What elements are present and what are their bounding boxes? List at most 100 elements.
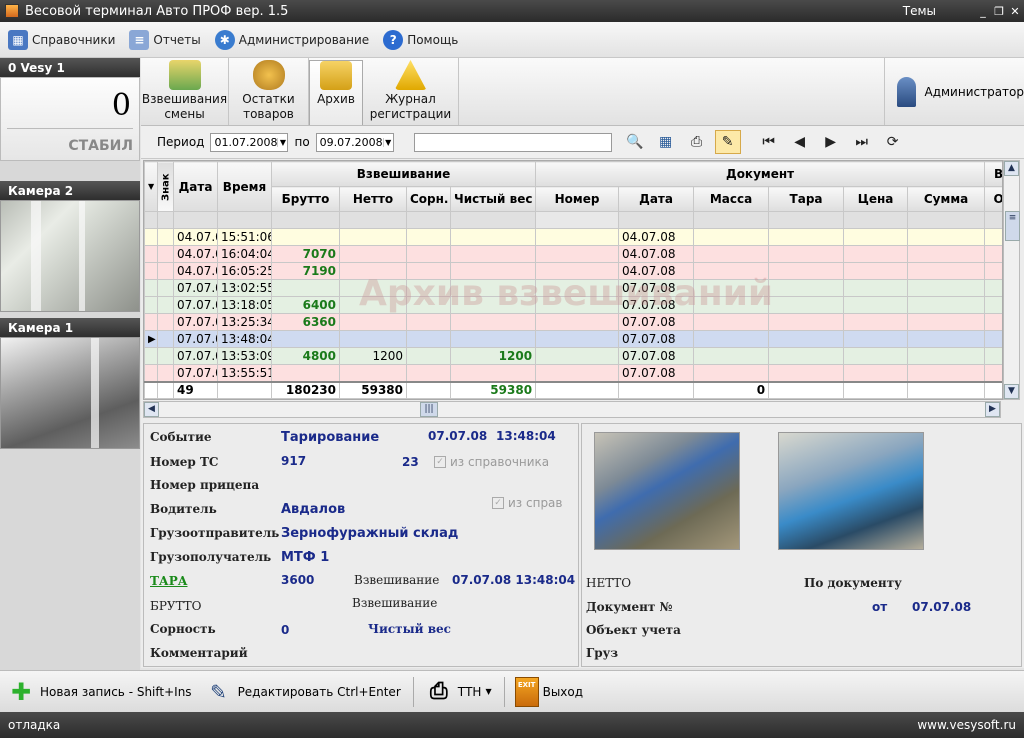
cell-doc-sum[interactable]	[907, 296, 986, 314]
cell-extra[interactable]	[984, 296, 1002, 314]
cell-doc-tara[interactable]	[768, 279, 845, 297]
cell-doc-mass[interactable]	[693, 330, 770, 348]
scroll-down-icon[interactable]: ▼	[1004, 384, 1019, 399]
cell-doc-tara[interactable]	[768, 228, 845, 246]
menu-admin[interactable]: ✱ Администрирование	[214, 29, 369, 50]
cell-doc-price[interactable]	[843, 262, 909, 280]
col-doc-sum[interactable]: Сумма	[907, 186, 986, 212]
cell-sign[interactable]	[157, 330, 174, 348]
cell-brutto[interactable]: 4800	[271, 347, 340, 365]
cell-clean[interactable]	[449, 279, 537, 297]
cell-doc-sum[interactable]	[907, 279, 986, 297]
exit-button[interactable]: EXIT Выход	[514, 676, 583, 707]
cell-extra[interactable]	[984, 330, 1002, 348]
cell-date[interactable]: 07.07.0	[173, 279, 218, 297]
cell-date[interactable]: 07.07.0	[173, 296, 218, 314]
cell-sign[interactable]	[157, 279, 174, 297]
cell-sorn[interactable]	[406, 313, 451, 331]
cell-clean[interactable]	[449, 364, 537, 382]
themes-menu[interactable]: Темы	[903, 4, 936, 18]
cell-netto[interactable]	[339, 228, 407, 246]
cell-sign[interactable]	[157, 228, 174, 246]
dropdown-arrow-icon[interactable]: ▼	[277, 137, 287, 147]
cell-doc-mass[interactable]	[693, 364, 770, 382]
cell-doc-date[interactable]: 07.07.08	[618, 364, 695, 382]
cell-date[interactable]: 04.07.0	[173, 262, 218, 280]
cell-date[interactable]: 07.07.0	[173, 364, 218, 382]
cell-doc-tara[interactable]	[768, 262, 845, 280]
cell-doc-sum[interactable]	[907, 347, 986, 365]
cell-sign[interactable]	[157, 296, 174, 314]
edit-record-button[interactable]: ✎ Редактировать Ctrl+Enter	[204, 677, 401, 707]
cell-doc-mass[interactable]	[693, 347, 770, 365]
scroll-up-icon[interactable]: ▲	[1004, 161, 1019, 176]
cell-doc-price[interactable]	[843, 296, 909, 314]
search-input[interactable]	[413, 132, 612, 152]
cell-doc-sum[interactable]	[907, 228, 986, 246]
cell-doc-number[interactable]	[535, 313, 620, 331]
scroll-thumb[interactable]: ≡	[1005, 211, 1020, 241]
cell-brutto[interactable]: 6360	[271, 313, 340, 331]
table-row[interactable]: 07.07.013:53:0948001200120007.07.08	[144, 347, 1002, 365]
cell-doc-mass[interactable]	[693, 296, 770, 314]
cell-clean[interactable]	[449, 245, 537, 263]
cell-doc-sum[interactable]	[907, 313, 986, 331]
cell-doc-number[interactable]	[535, 330, 620, 348]
menu-reports[interactable]: ≡ Отчеты	[129, 29, 201, 50]
cell-time[interactable]: 13:25:34	[217, 313, 272, 331]
cell-netto[interactable]	[339, 313, 407, 331]
cell-time[interactable]: 15:51:06	[217, 228, 272, 246]
cell-brutto[interactable]: 7070	[271, 245, 340, 263]
cell-doc-number[interactable]	[535, 279, 620, 297]
snapshot-photo-1[interactable]	[594, 432, 740, 550]
table-row[interactable]: 07.07.013:18:056400 07.07.08	[144, 296, 1002, 314]
row-indicator[interactable]	[144, 364, 158, 382]
stock-button[interactable]: Остатки товаров	[229, 58, 309, 125]
col-doc-mass[interactable]: Масса	[693, 186, 770, 212]
col-sign[interactable]: Знак	[157, 161, 174, 212]
user-panel[interactable]: Администратор	[884, 58, 1024, 125]
cell-extra[interactable]	[984, 262, 1002, 280]
col-doc-date[interactable]: Дата	[618, 186, 695, 212]
row-indicator[interactable]	[144, 245, 158, 263]
table-row[interactable]: 07.07.013:02:55 07.07.08	[144, 279, 1002, 297]
table-row[interactable]: 07.07.013:55:51 07.07.08	[144, 364, 1002, 382]
cell-sorn[interactable]	[406, 279, 451, 297]
scroll-thumb[interactable]: |||	[420, 402, 438, 417]
cell-clean[interactable]	[449, 262, 537, 280]
row-indicator[interactable]	[144, 228, 158, 246]
camera1-view[interactable]	[0, 337, 140, 449]
minimize-button[interactable]: _	[976, 5, 990, 18]
col-doc-tara[interactable]: Тара	[768, 186, 845, 212]
cell-sign[interactable]	[157, 347, 174, 365]
cell-clean[interactable]	[449, 228, 537, 246]
cell-date[interactable]: 04.07.0	[173, 245, 218, 263]
driver-from-directory-checkbox[interactable]: ✓ из справ	[492, 496, 562, 510]
cell-doc-price[interactable]	[843, 228, 909, 246]
scroll-left-icon[interactable]: ◀	[144, 402, 159, 417]
cell-netto[interactable]	[339, 279, 407, 297]
cell-sign[interactable]	[157, 313, 174, 331]
cell-doc-date[interactable]: 07.07.08	[618, 347, 695, 365]
cell-doc-tara[interactable]	[768, 364, 845, 382]
cell-doc-date[interactable]: 07.07.08	[618, 330, 695, 348]
cell-clean[interactable]	[449, 296, 537, 314]
last-record-icon[interactable]: ⏭	[849, 130, 875, 154]
camera2-view[interactable]	[0, 200, 140, 312]
find-icon[interactable]: 🔍	[622, 130, 648, 154]
cell-netto[interactable]: 1200	[339, 347, 407, 365]
cell-time[interactable]: 13:18:05	[217, 296, 272, 314]
cell-extra[interactable]	[984, 313, 1002, 331]
close-button[interactable]: ✕	[1008, 5, 1022, 18]
cell-extra[interactable]	[984, 364, 1002, 382]
cell-doc-sum[interactable]	[907, 245, 986, 263]
cell-doc-mass[interactable]	[693, 279, 770, 297]
cell-doc-sum[interactable]	[907, 262, 986, 280]
col-extra[interactable]: От	[984, 186, 1002, 212]
cell-doc-number[interactable]	[535, 347, 620, 365]
cell-brutto[interactable]: 7190	[271, 262, 340, 280]
row-indicator[interactable]	[144, 262, 158, 280]
col-doc-price[interactable]: Цена	[843, 186, 909, 212]
cell-doc-price[interactable]	[843, 364, 909, 382]
next-record-icon[interactable]: ▶	[818, 130, 844, 154]
